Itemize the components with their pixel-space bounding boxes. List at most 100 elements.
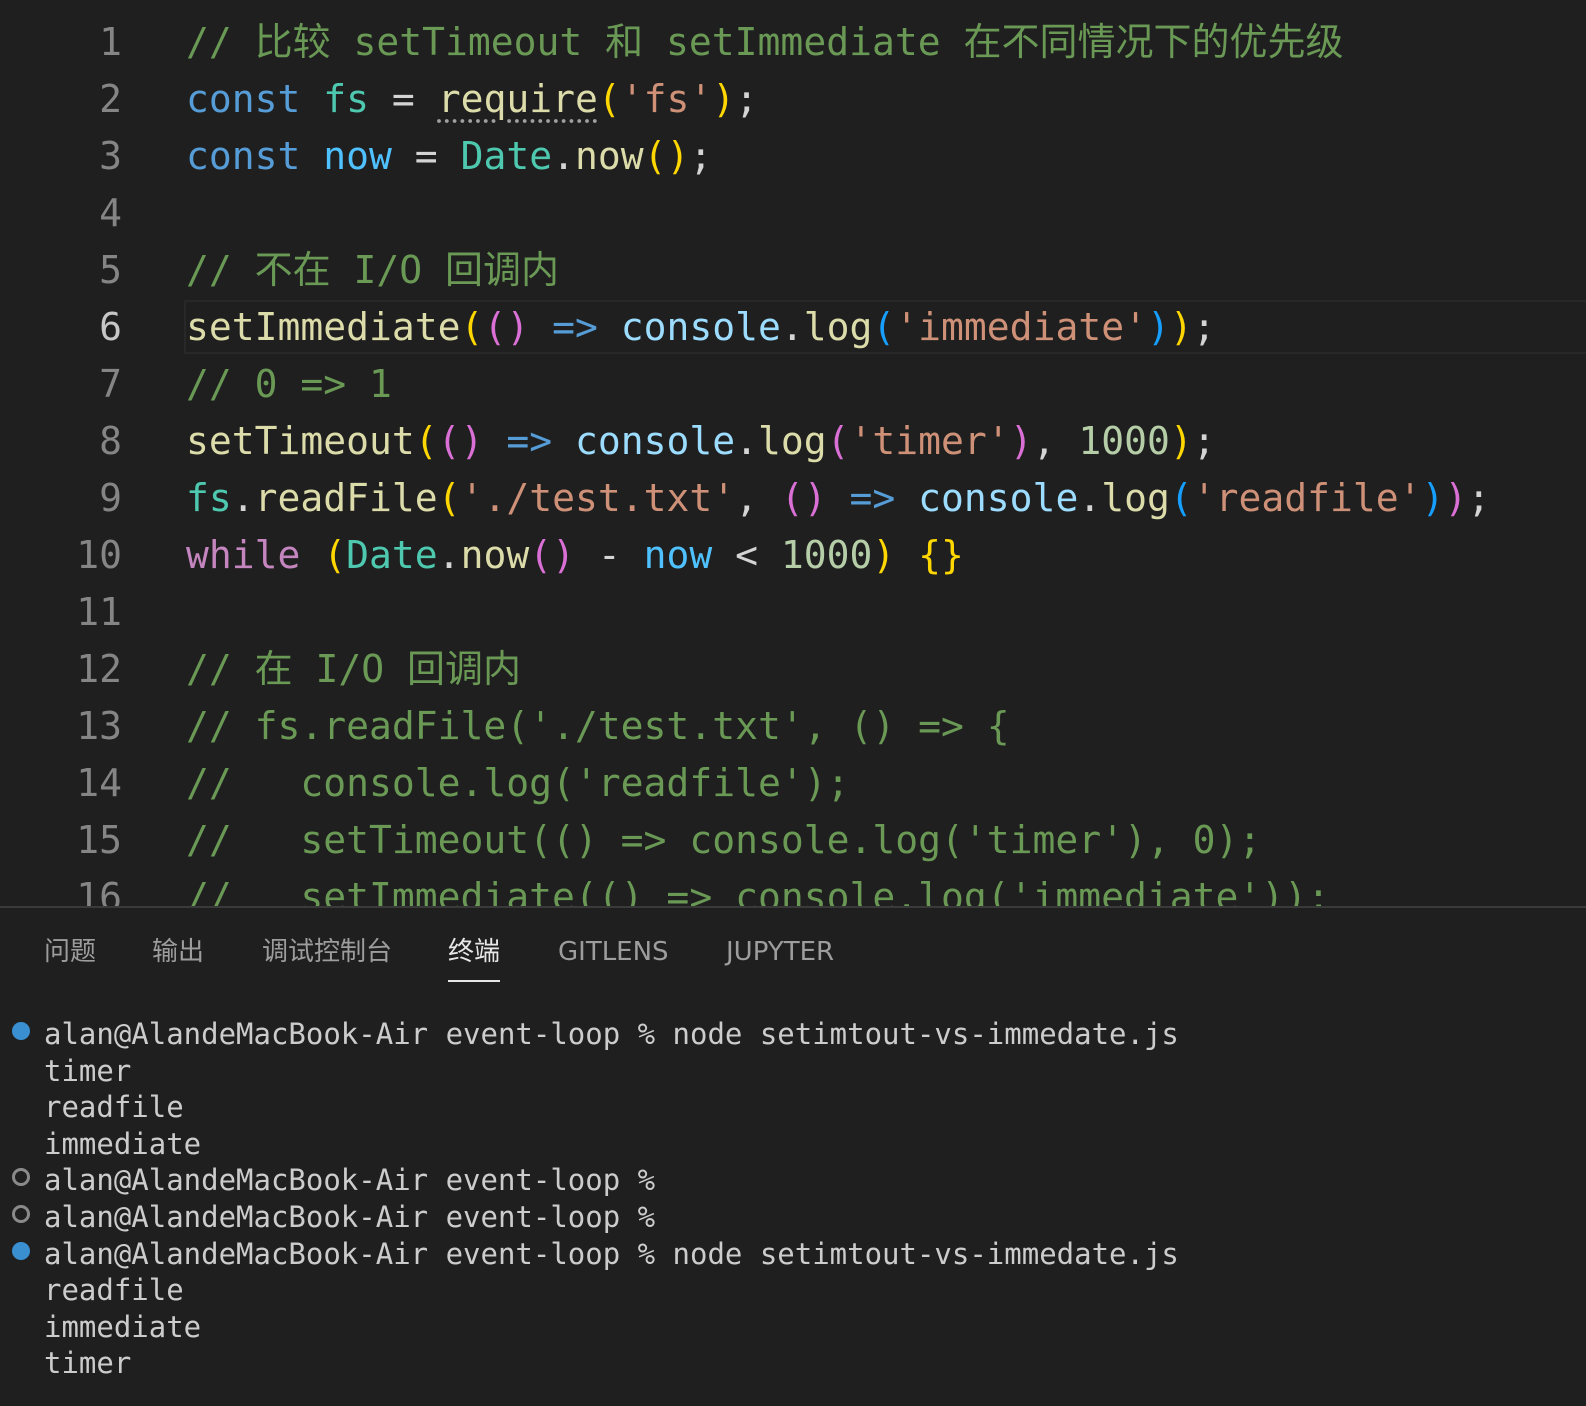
code-line-6[interactable]: setImmediate(() => console.log('immediat… — [186, 299, 1216, 356]
token-variable: fs — [323, 77, 370, 121]
token-method: log — [758, 419, 827, 463]
code-line-8[interactable]: setTimeout(() => console.log('timer'), 1… — [186, 413, 1216, 470]
token-method: log — [1101, 476, 1170, 520]
token-bracket: ( — [872, 305, 896, 349]
command-empty-icon[interactable] — [12, 1205, 30, 1223]
token-variable: now — [643, 533, 713, 577]
terminal-line: immediate — [44, 1309, 202, 1344]
token-punct: . — [437, 533, 461, 577]
line-number: 11 — [76, 590, 122, 634]
code-line-7[interactable]: // 0 => 1 — [186, 356, 392, 413]
token-bracket: ( — [300, 533, 347, 577]
token-keyword: const — [186, 77, 301, 121]
token-punct: ; — [689, 134, 713, 178]
command-success-icon[interactable] — [12, 1022, 30, 1040]
code-line-10[interactable]: while (Date.now() - now < 1000) {} — [186, 527, 964, 584]
code-line-15[interactable]: // setTimeout(() => console.log('timer')… — [186, 812, 1261, 869]
token-op: < — [712, 533, 781, 577]
token-punct: , — [1032, 419, 1079, 463]
token-bracket: ) — [1169, 305, 1193, 349]
line-number: 14 — [76, 761, 122, 805]
token-punct: . — [1078, 476, 1102, 520]
tab-terminal[interactable]: 终端 — [448, 924, 501, 982]
bottom-panel: 问题 输出 调试控制台 终端 GITLENS JUPYTER alan@Alan… — [0, 906, 1586, 1406]
line-number: 10 — [76, 533, 122, 577]
token-function: setTimeout — [186, 419, 415, 463]
tab-problems[interactable]: 问题 — [44, 924, 96, 980]
terminal-line: readfile — [44, 1273, 184, 1308]
terminal-line: timer — [44, 1053, 132, 1088]
token-keyword: while — [186, 533, 301, 577]
line-number: 8 — [99, 419, 122, 463]
token-string: 'fs' — [620, 77, 713, 121]
code-line-9[interactable]: fs.readFile('./test.txt', () => console.… — [186, 470, 1490, 527]
terminal-line: timer — [44, 1346, 132, 1381]
token-bracket: ( — [414, 419, 438, 463]
command-empty-icon[interactable] — [12, 1168, 30, 1186]
token-object: console — [620, 305, 781, 349]
token-punct: ; — [1192, 305, 1216, 349]
code-line-5[interactable]: // 不在 I/O 回调内 — [186, 242, 559, 299]
token-bracket: ) — [872, 533, 896, 577]
token-punct: ; — [735, 77, 759, 121]
token-bracket: () — [529, 533, 575, 577]
tab-debug-console[interactable]: 调试控制台 — [262, 924, 392, 980]
line-number: 1 — [99, 20, 122, 64]
token-bracket: ( — [1169, 476, 1193, 520]
line-number: 13 — [76, 704, 122, 748]
token-punct: . — [735, 419, 758, 463]
line-number: 2 — [99, 77, 122, 121]
line-number: 3 — [99, 134, 122, 178]
token-string: 'readfile' — [1192, 476, 1422, 520]
code-line-12[interactable]: // 在 I/O 回调内 — [186, 641, 521, 698]
token-function: require — [437, 77, 598, 121]
token-punct: . — [231, 476, 255, 520]
token-string: 'immediate' — [895, 305, 1147, 349]
code-line-1[interactable]: // 比较 setTimeout 和 setImmediate 在不同情况下的优… — [186, 14, 1343, 71]
token-bracket: {} — [895, 533, 964, 577]
line-number: 15 — [76, 818, 122, 862]
token-arrow: => — [483, 419, 575, 463]
tab-output[interactable]: 输出 — [152, 924, 204, 980]
line-number-active: 6 — [99, 305, 122, 349]
token-keyword: const — [186, 134, 301, 178]
code-line-13[interactable]: // fs.readFile('./test.txt', () => { — [186, 698, 1010, 755]
line-number: 9 — [99, 476, 122, 520]
code-line-14[interactable]: // console.log('readfile'); — [186, 755, 849, 812]
token-bracket: () — [483, 305, 530, 349]
token-op: = — [369, 77, 438, 121]
token-bracket: () — [437, 419, 484, 463]
token-bracket: () — [780, 476, 827, 520]
tab-gitlens[interactable]: GITLENS — [558, 924, 669, 980]
token-bracket: ) — [1146, 305, 1170, 349]
token-bracket: ) — [1009, 419, 1033, 463]
terminal-line: readfile — [44, 1090, 184, 1125]
token-punct: , — [735, 476, 781, 520]
token-method: readFile — [254, 476, 438, 520]
token-bracket: ) — [1169, 419, 1193, 463]
terminal-line: alan@AlandeMacBook-Air event-loop % node… — [44, 1236, 1179, 1271]
token-class: Date — [460, 134, 553, 178]
token-punct: . — [780, 305, 804, 349]
token-bracket: ( — [460, 305, 484, 349]
code-line-2[interactable]: const fs = require('fs'); — [186, 71, 758, 128]
token-bracket: ( — [437, 476, 461, 520]
token-op: - — [574, 533, 644, 577]
terminal-line: immediate — [44, 1126, 202, 1161]
token-arrow: => — [826, 476, 919, 520]
token-punct: . — [552, 134, 575, 178]
tab-jupyter[interactable]: JUPYTER — [726, 924, 834, 980]
token-string: './test.txt' — [460, 476, 736, 520]
token-method: log — [803, 305, 873, 349]
token-object: console — [574, 419, 736, 463]
code-line-3[interactable]: const now = Date.now(); — [186, 128, 712, 185]
command-success-icon[interactable] — [12, 1242, 30, 1260]
code-editor[interactable]: 1 2 3 4 5 6 7 8 9 10 11 12 13 14 15 16 /… — [0, 0, 1586, 906]
token-bracket: ) — [712, 77, 736, 121]
token-number: 1000 — [1078, 419, 1170, 463]
terminal-line: alan@AlandeMacBook-Air event-loop % — [44, 1200, 656, 1234]
code-line-16[interactable]: // setImmediate(() => console.log('immed… — [186, 869, 1330, 906]
token-punct: ; — [1467, 476, 1491, 520]
token-bracket: ( — [826, 419, 850, 463]
token-bracket: ) — [1421, 476, 1445, 520]
